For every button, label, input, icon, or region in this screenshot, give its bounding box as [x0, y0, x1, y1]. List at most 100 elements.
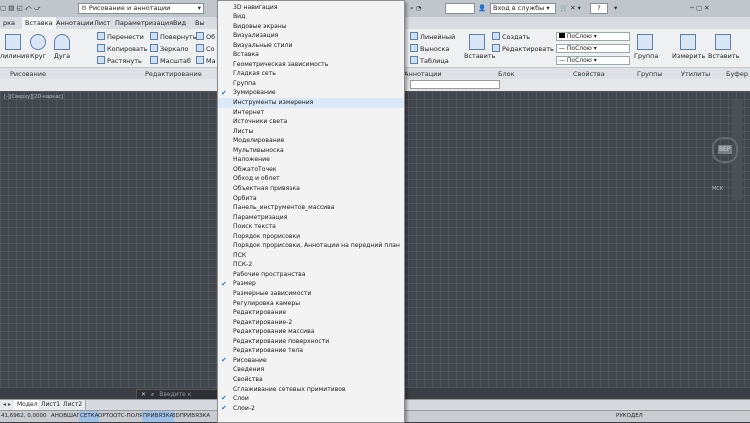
- linear-dimension-button[interactable]: Линейный: [410, 32, 455, 42]
- insert-block-icon: [469, 34, 485, 50]
- menu-item[interactable]: Редактирование массива: [218, 327, 404, 337]
- tab-layout[interactable]: Лист: [91, 17, 113, 29]
- viewport-label[interactable]: [-][Сверху][2D-каркас]: [4, 94, 63, 100]
- viewcube[interactable]: ВЕР: [712, 137, 738, 163]
- menu-item[interactable]: Редактирование-2: [218, 318, 404, 328]
- scale-button[interactable]: Масштаб: [150, 56, 191, 66]
- move-button[interactable]: Перенести: [97, 32, 144, 42]
- menu-item[interactable]: Редактирование тела: [218, 346, 404, 356]
- menu-item[interactable]: Источники света: [218, 117, 404, 127]
- menu-item[interactable]: Мультивыноска: [218, 146, 404, 156]
- status-button-3dosnap[interactable]: 3DПРИВЯЗКА: [171, 411, 211, 422]
- help-button[interactable]: ?: [590, 3, 608, 14]
- rotate-button[interactable]: Повернуть: [150, 32, 197, 42]
- menu-item[interactable]: Регулировка камеры: [218, 299, 404, 309]
- menu-item[interactable]: Орбита: [218, 194, 404, 204]
- copy-button[interactable]: Копировать: [97, 44, 148, 54]
- menu-item[interactable]: ПСК-2: [218, 260, 404, 270]
- menu-item[interactable]: Порядок прорисовки: [218, 232, 404, 242]
- menu-item[interactable]: ✔ Рисование: [218, 356, 404, 366]
- tab-layout2[interactable]: Лист2: [60, 400, 87, 410]
- tab-insert[interactable]: Вставка: [22, 17, 56, 29]
- layer-dropdown[interactable]: [410, 80, 500, 89]
- status-workspace[interactable]: РУКОДЕЛ: [615, 411, 644, 422]
- menu-item[interactable]: 3D навигация: [218, 3, 404, 13]
- menu-item[interactable]: ✔ Зумирование: [218, 88, 404, 98]
- signin-button[interactable]: Вход в службы ▾: [490, 3, 556, 14]
- polyline-button[interactable]: лилиния: [0, 34, 29, 60]
- edit-block-button[interactable]: Редактировать: [492, 44, 554, 54]
- menu-item[interactable]: Интернет: [218, 108, 404, 118]
- menu-item[interactable]: Визуальные стили: [218, 41, 404, 51]
- menu-item[interactable]: Параметризация: [218, 213, 404, 223]
- workspace-dropdown[interactable]: ⚙ Рисование и аннотации ▾: [78, 3, 204, 14]
- group-button[interactable]: Группа: [634, 34, 658, 60]
- insert-block-button[interactable]: Вставить: [464, 34, 495, 60]
- linear-label: Линейный: [420, 33, 456, 41]
- menu-item[interactable]: ✔ Размер: [218, 279, 404, 289]
- menu-item[interactable]: Обход и облет: [218, 174, 404, 184]
- measure-button[interactable]: Измерить: [672, 34, 705, 60]
- menu-item[interactable]: Геометрическая зависимость: [218, 60, 404, 70]
- search-icon[interactable]: ⌕ ◔: [410, 3, 440, 14]
- search-input[interactable]: [445, 3, 475, 14]
- menu-item[interactable]: Наложение: [218, 155, 404, 165]
- menu-item[interactable]: Гладкая сеть: [218, 69, 404, 79]
- fillet-button[interactable]: Со: [196, 44, 215, 54]
- menu-item[interactable]: Видовые экраны: [218, 22, 404, 32]
- quick-access-toolbar[interactable]: ▢ ▤ ◱ ⤺ ⤻: [0, 3, 74, 14]
- command-input[interactable]: Введите к: [159, 391, 191, 398]
- paste-button[interactable]: Вставить: [708, 34, 739, 60]
- menu-item[interactable]: ✔ Слои: [218, 394, 404, 404]
- menu-item[interactable]: Размерные зависимости: [218, 289, 404, 299]
- linetype-dropdown[interactable]: — ПоСлою ▾: [556, 44, 630, 53]
- measure-icon: [680, 34, 696, 50]
- menu-item[interactable]: Рабочие пространства: [218, 270, 404, 280]
- menu-item[interactable]: Вид: [218, 12, 404, 22]
- menu-item[interactable]: Инструменты измерения: [218, 98, 404, 108]
- arc-button[interactable]: Дуга: [52, 34, 72, 60]
- circle-button[interactable]: Круг: [28, 34, 48, 60]
- checkmark-icon: [221, 243, 229, 250]
- checkmark-icon: ✔: [221, 279, 227, 288]
- status-button-osnap[interactable]: ПРИВЯЗКА: [142, 411, 175, 422]
- viewcube-face[interactable]: ВЕР: [718, 145, 732, 154]
- lineweight-dropdown[interactable]: — ПоСлою ▾: [556, 56, 630, 65]
- cart-icon[interactable]: 🛒 ✕ ▾: [560, 3, 581, 14]
- leader-button[interactable]: Выноска: [410, 44, 449, 54]
- stretch-button[interactable]: Растянуть: [97, 56, 142, 66]
- trim-button[interactable]: Об: [196, 32, 215, 42]
- help-dropdown-icon[interactable]: ▾: [614, 3, 617, 14]
- tab-view[interactable]: Вид: [170, 17, 189, 29]
- menu-item[interactable]: Визуализация: [218, 31, 404, 41]
- menu-item[interactable]: Сглаживание сетевых примитивов: [218, 385, 404, 395]
- create-block-button[interactable]: Создать: [492, 32, 530, 42]
- menu-item[interactable]: ПСК: [218, 251, 404, 261]
- color-dropdown[interactable]: ПоСлою ▾: [556, 32, 630, 41]
- menu-item[interactable]: Группа: [218, 79, 404, 89]
- menu-item[interactable]: Свойства: [218, 375, 404, 385]
- layout-nav-icon[interactable]: ◂ ▸: [0, 400, 15, 410]
- menu-item[interactable]: ОбжатоТочек: [218, 165, 404, 175]
- table-button[interactable]: Таблица: [410, 56, 449, 66]
- menu-item[interactable]: Объектная привязка: [218, 184, 404, 194]
- menu-item[interactable]: Моделирование: [218, 136, 404, 146]
- menu-item[interactable]: Поиск текста: [218, 222, 404, 232]
- menu-item[interactable]: Листы: [218, 127, 404, 137]
- menu-item[interactable]: Вставка: [218, 50, 404, 60]
- tab-output[interactable]: Вы: [192, 17, 208, 29]
- menu-item[interactable]: Редактирование поверхности: [218, 337, 404, 347]
- array-button[interactable]: Ма: [196, 56, 216, 66]
- menu-item[interactable]: Редактирование: [218, 308, 404, 318]
- menu-item-label: Листы: [233, 127, 254, 135]
- tab-drawing[interactable]: рка: [0, 17, 18, 29]
- menu-item[interactable]: Сведения: [218, 365, 404, 375]
- menu-item[interactable]: ✔ Слои-2: [218, 404, 404, 414]
- menu-item[interactable]: Порядок прорисовки, Аннотации на передни…: [218, 241, 404, 251]
- window-controls[interactable]: ─ ▢ ✕: [690, 3, 710, 14]
- wcs-label[interactable]: МСК: [712, 186, 723, 192]
- tab-parametric[interactable]: Параметризация: [112, 17, 176, 29]
- mirror-button[interactable]: Зеркало: [150, 44, 188, 54]
- menu-item[interactable]: Панель_инструментов_массива: [218, 203, 404, 213]
- close-icon[interactable]: ✕: [141, 391, 146, 398]
